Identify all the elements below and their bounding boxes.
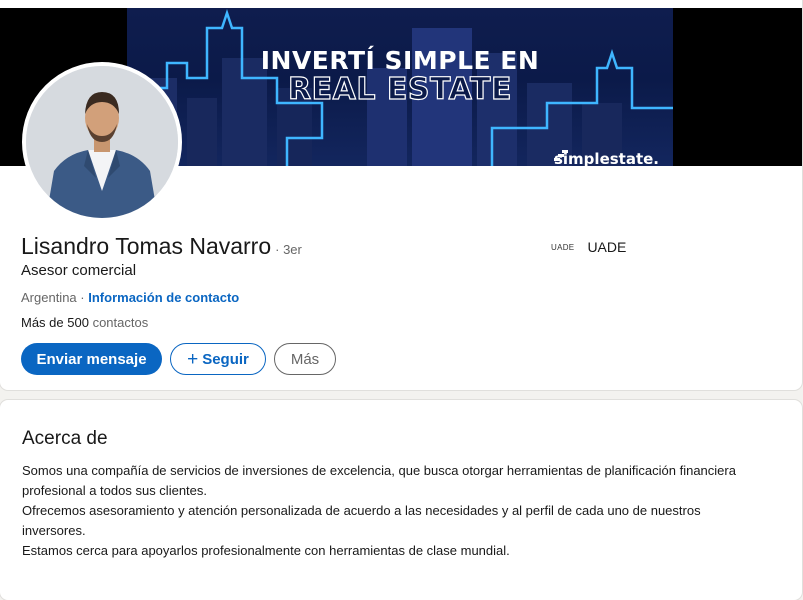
message-button[interactable]: Enviar mensaje: [21, 343, 162, 375]
location: Argentina: [21, 290, 77, 305]
education-entry[interactable]: UADE UADE: [551, 239, 626, 255]
banner-image: INVERTÍ SIMPLE EN REAL ESTATE simplestat…: [127, 8, 673, 166]
follow-label: Seguir: [202, 350, 249, 368]
profile-name: Lisandro Tomas Navarro: [21, 233, 272, 259]
education-name: UADE: [587, 239, 627, 255]
location-separator: ·: [80, 290, 85, 305]
about-text: Somos una compañía de servicios de inver…: [22, 461, 782, 561]
name-row: Lisandro Tomas Navarro · 3er: [21, 233, 302, 260]
person-photo: [26, 66, 178, 218]
banner-headline-line2: REAL ESTATE: [287, 71, 512, 107]
follow-button[interactable]: + Seguir: [170, 343, 266, 375]
about-line: Estamos cerca para apoyarlos profesional…: [22, 543, 510, 558]
about-line: Somos una compañía de servicios de inver…: [22, 463, 736, 478]
connection-degree: · 3er: [275, 242, 302, 257]
banner-headline-line1: INVERTÍ SIMPLE EN: [260, 46, 540, 75]
about-line: profesional a todos sus clientes.: [22, 483, 207, 498]
connections-count[interactable]: Más de 500 contactos: [21, 315, 148, 330]
about-line: Ofrecemos asesoramiento y atención perso…: [22, 503, 701, 518]
location-row: Argentina · Información de contacto: [21, 290, 239, 305]
about-title: Acerca de: [22, 428, 108, 449]
more-button[interactable]: Más: [274, 343, 336, 375]
about-line: inversores.: [22, 523, 86, 538]
plus-icon: +: [187, 348, 199, 370]
simplestate-logo-icon: [553, 150, 568, 161]
connections-number: Más de 500: [21, 315, 89, 330]
connections-suffix: contactos: [92, 315, 149, 330]
profile-avatar[interactable]: [22, 62, 182, 222]
brand-logo: simplestate.: [553, 150, 659, 166]
uade-logo-icon: UADE: [551, 242, 575, 252]
profile-headline: Asesor comercial: [21, 262, 137, 279]
contact-info-link[interactable]: Información de contacto: [88, 290, 239, 305]
